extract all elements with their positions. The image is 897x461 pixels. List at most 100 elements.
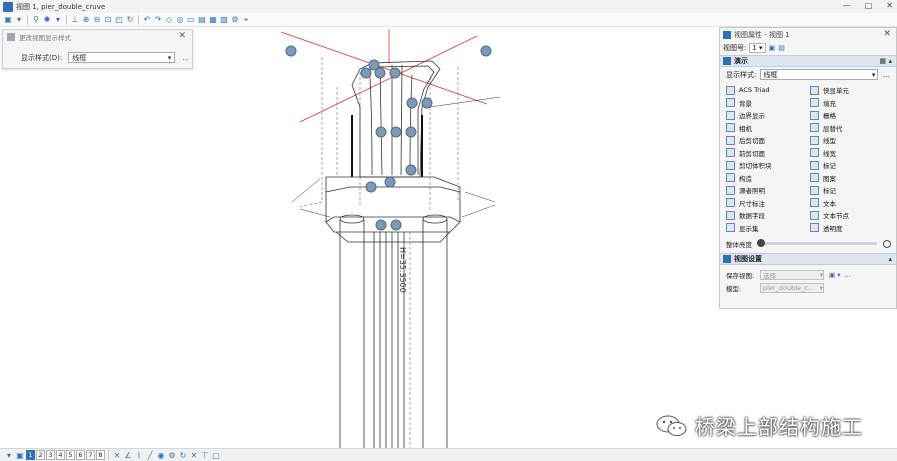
section-view-settings[interactable]: 视图设置 ▴ (720, 253, 896, 265)
view-attribute-item[interactable]: 边界显示 (726, 109, 810, 122)
dialog-close-button[interactable]: ✕ (178, 31, 186, 41)
view-button-5[interactable]: 5 (66, 450, 75, 460)
marker-point[interactable] (390, 219, 402, 231)
view-attribute-item[interactable]: 剪切体积块 (726, 159, 810, 172)
fit-icon[interactable]: ⊡ (103, 15, 113, 25)
dropdown-icon[interactable]: ▾ (14, 15, 24, 25)
view-attribute-item[interactable]: 标记 (810, 184, 894, 197)
view-attribute-item[interactable]: 层替代 (810, 122, 894, 135)
view-number-select[interactable]: 1 ▾ (749, 43, 766, 53)
view-attribute-item[interactable]: 相机 (726, 122, 810, 135)
display-style-more-button[interactable]: ... (182, 54, 189, 62)
view-attribute-item[interactable]: 文本节点 (810, 209, 894, 222)
marker-point[interactable] (389, 67, 401, 79)
zoom-out-icon[interactable]: ⊖ (92, 15, 102, 25)
pointer-icon[interactable]: ⌖ (241, 15, 251, 25)
collapse-icon[interactable]: ▦ ▴ (879, 57, 892, 65)
view-attribute-item[interactable]: 背景 (726, 97, 810, 110)
marker-point[interactable] (421, 97, 433, 109)
view-button-2[interactable]: 2 (36, 450, 45, 460)
display-icon[interactable]: ▤ (197, 15, 207, 25)
settings-icon[interactable]: ⚙ (230, 15, 240, 25)
rotate-icon[interactable]: ↻ (125, 15, 135, 25)
marker-point[interactable] (375, 126, 387, 138)
view-button-7[interactable]: 7 (86, 450, 95, 460)
line-tool-icon[interactable]: ∠ (123, 450, 133, 460)
marker-point[interactable] (368, 59, 380, 71)
marker-point[interactable] (360, 67, 372, 79)
panel-display-style-more-button[interactable]: ... (883, 71, 890, 79)
view-groups-icon[interactable]: ▣ (15, 450, 25, 460)
delete-tool-icon[interactable]: ✕ (189, 450, 199, 460)
sheet-icon[interactable]: ▧ (219, 15, 229, 25)
marker-point[interactable] (285, 45, 297, 57)
slash-tool-icon[interactable]: ╱ (145, 450, 155, 460)
copy-view-icon[interactable]: ▣ (769, 44, 776, 52)
view-attribute-item[interactable]: 源者照明 (726, 184, 810, 197)
brightness-reset-icon[interactable] (883, 239, 891, 248)
view-button-6[interactable]: 6 (76, 450, 85, 460)
view-attribute-item[interactable]: 尺寸标注 (726, 197, 810, 210)
view-button-3[interactable]: 3 (46, 450, 55, 460)
view-attribute-item[interactable]: 线宽 (810, 147, 894, 160)
view-button-4[interactable]: 4 (56, 450, 65, 460)
collapse-icon[interactable]: ▴ (888, 255, 892, 263)
view-attribute-item[interactable]: 构造 (726, 172, 810, 185)
fence-tool-icon[interactable]: ▢ (211, 450, 221, 460)
redo-view-icon[interactable]: ↷ (153, 15, 163, 25)
marker-point[interactable] (406, 97, 418, 109)
view-attribute-item[interactable]: ACS Triad (726, 84, 810, 97)
brightness-knob[interactable] (757, 239, 765, 247)
view-attribute-item[interactable]: 栅格 (810, 109, 894, 122)
view-attribute-item[interactable]: 显示集 (726, 222, 810, 235)
saved-view-action-icon[interactable]: ▣ ▾ (829, 271, 840, 279)
snap-toggle-icon[interactable]: ✕ (112, 450, 122, 460)
gear-tool-icon[interactable]: ⚙ (167, 450, 177, 460)
saved-view-more-button[interactable]: ... (844, 271, 850, 279)
marker-point[interactable] (384, 176, 396, 188)
measure-tool-icon[interactable]: ⊤ (200, 450, 210, 460)
rotate-tool-icon[interactable]: ↻ (178, 450, 188, 460)
window-area-icon[interactable]: ◰ (114, 15, 124, 25)
close-button[interactable]: ✕ (886, 1, 893, 10)
view-attribute-item[interactable]: 后剪切面 (726, 134, 810, 147)
view-attribute-item[interactable]: 前剪切面 (726, 147, 810, 160)
pan-icon[interactable]: ◇ (164, 15, 174, 25)
view-attribute-item[interactable]: 文本 (810, 197, 894, 210)
section-icon[interactable]: ▭ (186, 15, 196, 25)
view-attr-icon[interactable]: ▦ (208, 15, 218, 25)
view-attribute-item[interactable]: 快显单元 (810, 84, 894, 97)
brightness-slider[interactable] (757, 239, 877, 247)
clip-icon[interactable]: ◎ (175, 15, 185, 25)
panel-display-style-select[interactable]: 线框 ▾ (760, 69, 879, 80)
camera-icon[interactable]: ⊥ (70, 15, 80, 25)
view-button-1[interactable]: 1 (26, 450, 35, 460)
undo-view-icon[interactable]: ↶ (142, 15, 152, 25)
sun-icon[interactable]: ✺ (42, 15, 52, 25)
view-button-8[interactable]: 8 (96, 450, 105, 460)
view-attribute-item[interactable]: 数据字段 (726, 209, 810, 222)
marker-point[interactable] (365, 181, 377, 193)
marker-point[interactable] (375, 219, 387, 231)
section-presentation[interactable]: 演示 ▦ ▴ (720, 55, 896, 67)
view-attribute-item[interactable]: 图案 (810, 172, 894, 185)
dropdown-icon[interactable]: ▾ (4, 450, 14, 460)
view-link-icon[interactable]: ▤ (778, 44, 785, 52)
curve-tool-icon[interactable]: ⌇ (134, 450, 144, 460)
view-icon[interactable]: ▣ (3, 15, 13, 25)
panel-close-button[interactable]: ✕ (883, 29, 891, 39)
view-attribute-item[interactable]: 填充 (810, 97, 894, 110)
marker-point[interactable] (390, 126, 402, 138)
marker-point[interactable] (405, 164, 417, 176)
model-select[interactable]: pier_double_c... ▾ (760, 282, 824, 293)
view-attribute-item[interactable]: 透明度 (810, 222, 894, 235)
dropdown-icon[interactable]: ▾ (53, 15, 63, 25)
view-attribute-item[interactable]: 标记 (810, 159, 894, 172)
marker-point[interactable] (405, 126, 417, 138)
walk-icon[interactable]: ⚲ (31, 15, 41, 25)
marker-point[interactable] (480, 45, 492, 57)
minimize-button[interactable]: — (843, 1, 851, 10)
circle-tool-icon[interactable]: ◉ (156, 450, 166, 460)
maximize-button[interactable]: □ (865, 1, 873, 10)
display-style-select[interactable]: 线框 ▾ (68, 52, 176, 63)
